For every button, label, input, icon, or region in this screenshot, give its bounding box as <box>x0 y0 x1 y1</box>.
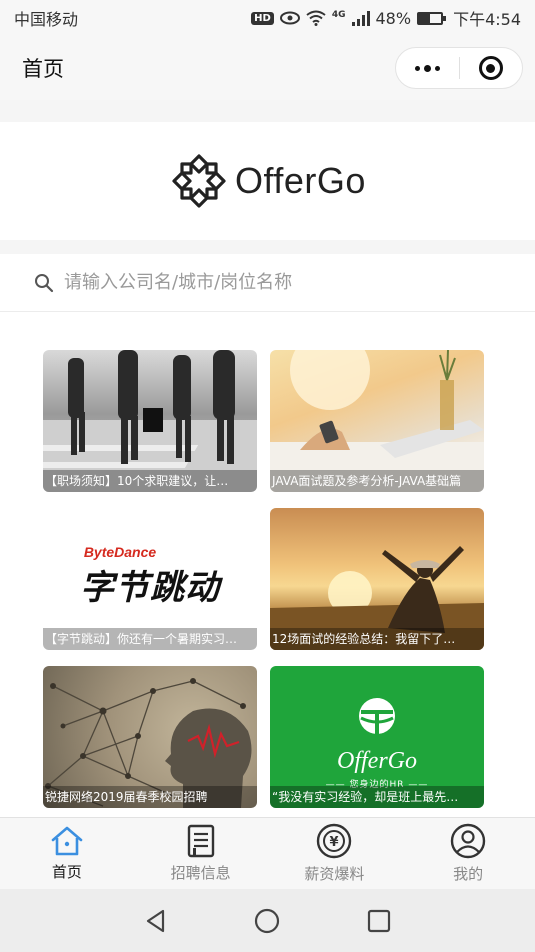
status-bar: 中国移动 HD 4G 48% 下午4:54 <box>0 0 535 36</box>
document-icon <box>187 824 214 858</box>
card-caption: 锐捷网络2019届春季校园招聘 <box>43 786 257 808</box>
user-icon <box>450 823 486 859</box>
offergo-green-logo: OfferGo —— 您身边的HR —— <box>270 696 484 790</box>
home-icon <box>51 826 83 856</box>
money-icon: ¥ <box>317 823 352 859</box>
tab-profile[interactable]: 我的 <box>401 818 535 889</box>
bytedance-logo-cn: 字节跳动 <box>80 568 220 608</box>
more-button[interactable] <box>396 48 459 88</box>
article-card[interactable]: ByteDance 字节跳动 【字节跳动】你还有一个暑期实习… <box>43 508 257 650</box>
svg-text:¥: ¥ <box>330 835 339 850</box>
tab-label: 我的 <box>453 865 484 883</box>
hd-icon: HD <box>251 11 274 25</box>
article-card[interactable]: 锐捷网络2019届春季校园招聘 <box>43 666 257 808</box>
battery-icon <box>417 11 447 25</box>
eye-icon <box>279 11 300 25</box>
page-title: 首页 <box>22 57 64 81</box>
offergo-logo-icon <box>172 154 226 208</box>
wifi-icon <box>306 10 326 26</box>
bytedance-logo: ByteDance 字节跳动 <box>43 544 257 609</box>
tab-bar: 首页 招聘信息 ¥ 薪资爆料 我的 <box>0 817 535 889</box>
section-spacer <box>0 240 535 254</box>
bytedance-logo-en: ByteDance <box>83 544 157 560</box>
close-button[interactable] <box>460 48 523 88</box>
back-icon[interactable] <box>143 908 169 934</box>
brand-banner: OfferGo <box>0 122 535 240</box>
home-circle-icon[interactable] <box>254 908 280 934</box>
clock: 下午4:54 <box>453 10 521 29</box>
navigation-bar: 首页 <box>0 36 535 100</box>
more-dots-icon <box>414 64 440 72</box>
carrier-name: 中国移动 <box>14 10 79 29</box>
recent-apps-icon[interactable] <box>366 908 392 934</box>
brand-name: OfferGo <box>235 160 366 201</box>
system-navigation-bar <box>0 889 535 952</box>
battery-fill <box>419 13 430 23</box>
offergo-circle-icon <box>359 698 395 734</box>
tab-jobs[interactable]: 招聘信息 <box>134 818 268 889</box>
tab-salary[interactable]: ¥ 薪资爆料 <box>268 818 402 889</box>
status-icons: HD 4G 48% 下午4:54 <box>251 6 521 30</box>
target-icon <box>478 56 503 80</box>
tab-label: 薪资爆料 <box>304 865 365 883</box>
article-card[interactable]: OfferGo —— 您身边的HR —— “我没有实习经验，却是班上最先… <box>270 666 484 808</box>
battery-percent: 48% <box>375 8 412 28</box>
card-caption: JAVA面试题及参考分析-JAVA基础篇 <box>270 470 484 492</box>
tab-label: 招聘信息 <box>170 864 231 882</box>
search-bar[interactable] <box>0 254 535 312</box>
tab-home[interactable]: 首页 <box>0 818 134 889</box>
network-type: 4G <box>331 10 346 20</box>
article-card[interactable]: 12场面试的经验总结：我留下了… <box>270 508 484 650</box>
mini-program-capsule <box>395 47 523 89</box>
card-caption: “我没有实习经验，却是班上最先… <box>270 786 484 808</box>
article-grid: 【职场须知】10个求职建议，让… JAVA面试题及参考分析-JAVA基础篇 By… <box>0 312 535 817</box>
signal-icon <box>351 10 370 26</box>
card-caption: 12场面试的经验总结：我留下了… <box>270 628 484 650</box>
search-input[interactable] <box>64 272 484 293</box>
article-card[interactable]: 【职场须知】10个求职建议，让… <box>43 350 257 492</box>
search-icon <box>35 273 54 292</box>
article-card[interactable]: JAVA面试题及参考分析-JAVA基础篇 <box>270 350 484 492</box>
card-caption: 【字节跳动】你还有一个暑期实习… <box>43 628 257 650</box>
section-spacer <box>0 100 535 122</box>
offergo-title: OfferGo <box>337 748 417 774</box>
card-caption: 【职场须知】10个求职建议，让… <box>43 470 257 492</box>
tab-label: 首页 <box>51 863 82 881</box>
